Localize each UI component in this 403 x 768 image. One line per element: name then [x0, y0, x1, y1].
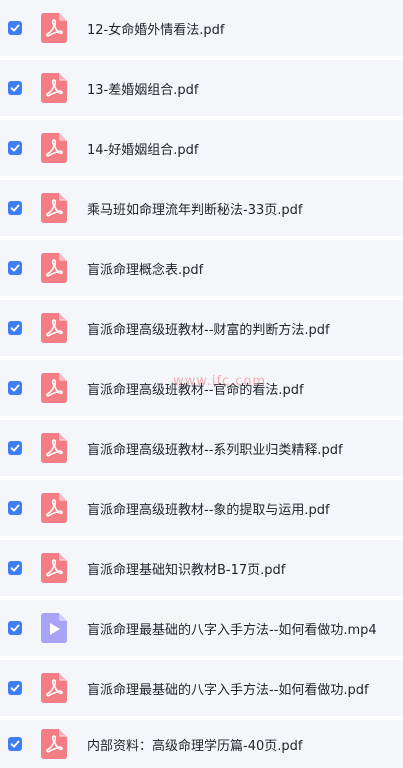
checkmark-icon [10, 504, 20, 512]
file-row[interactable]: 盲派命理高级班教材--财富的判断方法.pdf [0, 300, 403, 356]
pdf-file-icon [41, 553, 67, 583]
checkmark-icon [10, 204, 20, 212]
file-checkbox[interactable] [8, 621, 22, 635]
file-name: 盲派命理概念表.pdf [87, 262, 204, 278]
file-name: 盲派命理高级班教材--系列职业归类精释.pdf [87, 442, 343, 458]
file-checkbox[interactable] [8, 737, 22, 751]
file-row[interactable]: 盲派命理最基础的八字入手方法--如何看做功.mp4 [0, 600, 403, 656]
file-row[interactable]: 盲派命理最基础的八字入手方法--如何看做功.pdf [0, 660, 403, 716]
video-file-icon [41, 613, 67, 643]
pdf-file-icon [41, 493, 67, 523]
file-checkbox[interactable] [8, 141, 22, 155]
pdf-file-icon [41, 313, 67, 343]
file-row[interactable]: 盲派命理高级班教材--象的提取与运用.pdf [0, 480, 403, 536]
file-row[interactable]: 盲派命理高级班教材--系列职业归类精释.pdf [0, 420, 403, 476]
file-name: 盲派命理最基础的八字入手方法--如何看做功.mp4 [87, 622, 377, 638]
file-checkbox[interactable] [8, 201, 22, 215]
file-checkbox[interactable] [8, 681, 22, 695]
file-name: 乘马班如命理流年判断秘法-33页.pdf [87, 202, 303, 218]
file-checkbox[interactable] [8, 441, 22, 455]
file-name: 盲派命理高级班教材--官命的看法.pdf [87, 382, 304, 398]
file-checkbox[interactable] [8, 561, 22, 575]
file-checkbox[interactable] [8, 381, 22, 395]
checkmark-icon [10, 740, 20, 748]
file-checkbox[interactable] [8, 81, 22, 95]
file-name: 盲派命理基础知识教材B-17页.pdf [87, 562, 286, 578]
file-name: 12-女命婚外情看法.pdf [87, 22, 225, 38]
file-name: 13-差婚姻组合.pdf [87, 82, 199, 98]
file-name: 14-好婚姻组合.pdf [87, 142, 199, 158]
checkmark-icon [10, 564, 20, 572]
checkmark-icon [10, 144, 20, 152]
file-row[interactable]: 13-差婚姻组合.pdf [0, 60, 403, 116]
checkmark-icon [10, 684, 20, 692]
checkmark-icon [10, 264, 20, 272]
file-checkbox[interactable] [8, 21, 22, 35]
pdf-file-icon [41, 13, 67, 43]
file-row[interactable]: 盲派命理基础知识教材B-17页.pdf [0, 540, 403, 596]
file-row[interactable]: 乘马班如命理流年判断秘法-33页.pdf [0, 180, 403, 236]
pdf-file-icon [41, 673, 67, 703]
checkmark-icon [10, 24, 20, 32]
file-row[interactable]: 内部资料：高级命理学历篇-40页.pdf [0, 720, 403, 768]
file-list: 12-女命婚外情看法.pdf 13-差婚姻组合.pdf 14-好婚姻组合.pdf 乘马… [0, 0, 403, 768]
pdf-file-icon [41, 729, 67, 759]
file-checkbox[interactable] [8, 261, 22, 275]
checkmark-icon [10, 324, 20, 332]
pdf-file-icon [41, 133, 67, 163]
pdf-file-icon [41, 433, 67, 463]
file-name: 内部资料：高级命理学历篇-40页.pdf [87, 738, 303, 754]
checkmark-icon [10, 384, 20, 392]
file-name: 盲派命理高级班教材--象的提取与运用.pdf [87, 502, 330, 518]
file-row[interactable]: 盲派命理高级班教材--官命的看法.pdf [0, 360, 403, 416]
checkmark-icon [10, 84, 20, 92]
file-row[interactable]: 14-好婚姻组合.pdf [0, 120, 403, 176]
pdf-file-icon [41, 193, 67, 223]
file-row[interactable]: 12-女命婚外情看法.pdf [0, 0, 403, 56]
pdf-file-icon [41, 253, 67, 283]
checkmark-icon [10, 624, 20, 632]
file-name: 盲派命理最基础的八字入手方法--如何看做功.pdf [87, 682, 369, 698]
checkmark-icon [10, 444, 20, 452]
file-row[interactable]: 盲派命理概念表.pdf [0, 240, 403, 296]
pdf-file-icon [41, 373, 67, 403]
file-checkbox[interactable] [8, 501, 22, 515]
file-checkbox[interactable] [8, 321, 22, 335]
pdf-file-icon [41, 73, 67, 103]
file-name: 盲派命理高级班教材--财富的判断方法.pdf [87, 322, 330, 338]
